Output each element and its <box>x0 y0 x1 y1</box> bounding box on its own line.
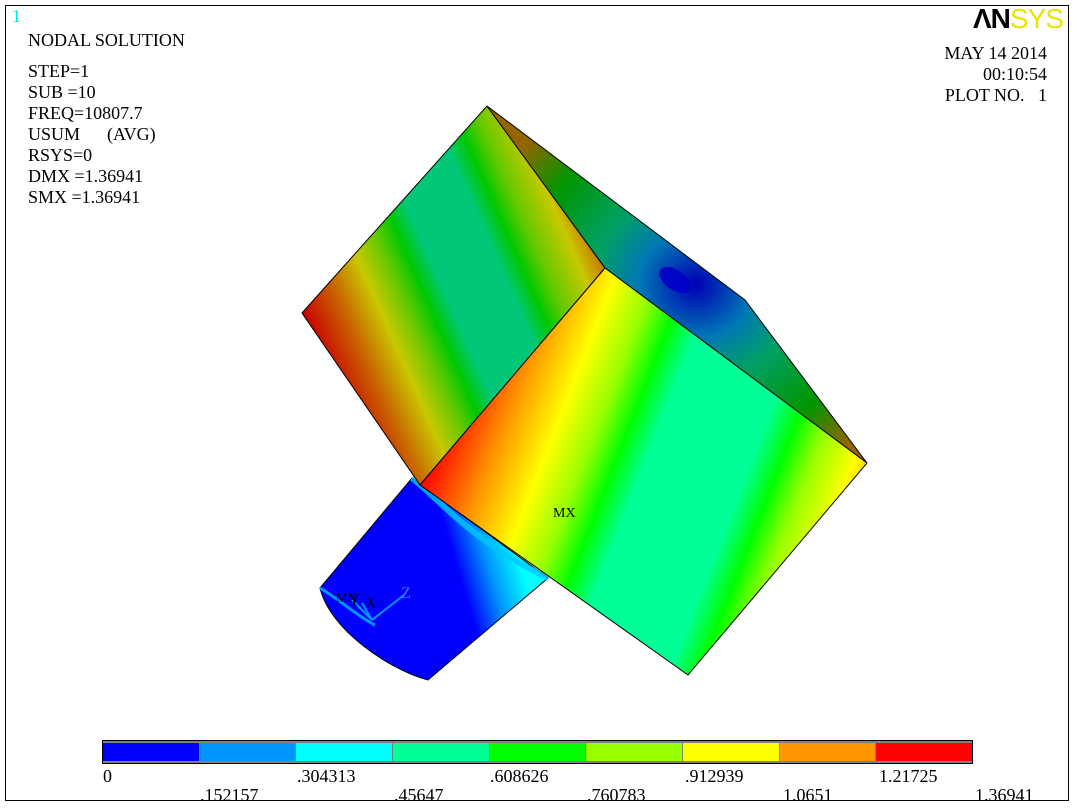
tick-top-1: .304313 <box>297 766 356 786</box>
legend-band-3 <box>393 743 490 761</box>
legend-band-8 <box>876 743 973 761</box>
contour-legend <box>102 740 973 764</box>
legend-band-7 <box>779 743 877 761</box>
tick-top-3: .912939 <box>685 766 744 786</box>
model-viewport <box>301 105 868 681</box>
legend-band-0 <box>103 743 200 761</box>
legend-band-5 <box>586 743 684 761</box>
legend-band-2 <box>296 743 394 761</box>
tick-top-0: 0 <box>103 766 112 786</box>
tick-bottom-1: .45647 <box>394 785 444 805</box>
tick-bottom-0: .152157 <box>200 785 259 805</box>
axis-x-label: X <box>366 596 377 611</box>
tick-bottom-4: 1.36941 <box>975 785 1034 805</box>
tick-bottom-3: 1.0651 <box>783 785 833 805</box>
tick-top-2: .608626 <box>490 766 549 786</box>
tick-top-4: 1.21725 <box>879 766 938 786</box>
legend-band-1 <box>199 743 297 761</box>
legend-band-4 <box>489 743 587 761</box>
max-marker: MX <box>553 506 576 521</box>
legend-band-6 <box>683 743 780 761</box>
axis-z-label: Z <box>401 585 411 602</box>
axis-y-label: Y <box>348 590 361 609</box>
tick-bottom-2: .760783 <box>587 785 646 805</box>
